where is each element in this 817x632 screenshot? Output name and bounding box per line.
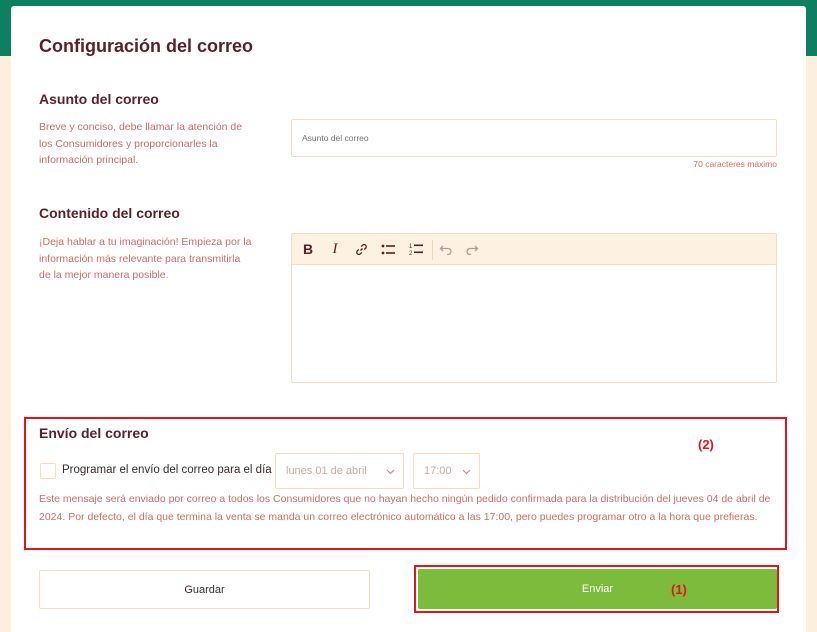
svg-text:1: 1	[409, 244, 413, 250]
content-editor: B I 12	[291, 233, 777, 383]
date-select[interactable]: lunes 01 de abril	[275, 453, 404, 489]
link-icon[interactable]	[353, 241, 369, 257]
subject-input[interactable]	[291, 119, 777, 157]
email-settings-card: Configuración del correo Asunto del corr…	[11, 6, 806, 632]
date-select-value: lunes 01 de abril	[286, 465, 367, 477]
page-title: Configuración del correo	[39, 36, 254, 56]
schedule-checkbox-label[interactable]: Programar el envío del correo para el dí…	[62, 464, 272, 476]
italic-icon[interactable]: I	[327, 241, 343, 257]
content-help-text: ¡Deja hablar a tu imaginación! Empieza p…	[39, 236, 252, 281]
editor-body[interactable]	[292, 265, 776, 382]
content-heading: Contenido del correo	[39, 205, 180, 221]
annotation-1: (1)	[671, 582, 687, 597]
redo-icon[interactable]	[464, 241, 480, 257]
send-button-label: Enviar	[581, 583, 614, 595]
schedule-checkbox[interactable]	[40, 463, 56, 479]
toolbar-divider	[432, 240, 433, 260]
undo-icon[interactable]	[438, 241, 454, 257]
chevron-down-icon	[462, 466, 471, 478]
sending-note: Este mensaje será enviado por correo a t…	[39, 493, 771, 523]
annotation-2: (2)	[698, 437, 714, 452]
time-select[interactable]: 17:00	[413, 453, 480, 489]
sending-heading: Envío del correo	[39, 425, 149, 441]
editor-toolbar: B I 12	[292, 234, 776, 265]
subject-help-text: Breve y conciso, debe llamar la atención…	[39, 121, 243, 166]
save-button[interactable]: Guardar	[39, 570, 370, 609]
numbered-list-icon[interactable]: 12	[408, 241, 424, 257]
time-select-value: 17:00	[424, 465, 452, 477]
bullet-list-icon[interactable]	[380, 241, 396, 257]
send-button[interactable]: Enviar	[418, 569, 777, 609]
svg-text:2: 2	[409, 251, 413, 256]
subject-char-limit: 70 caracteres máximo	[693, 159, 777, 169]
subject-heading: Asunto del correo	[39, 91, 159, 107]
bold-icon[interactable]: B	[300, 241, 316, 257]
chevron-down-icon	[386, 466, 395, 478]
